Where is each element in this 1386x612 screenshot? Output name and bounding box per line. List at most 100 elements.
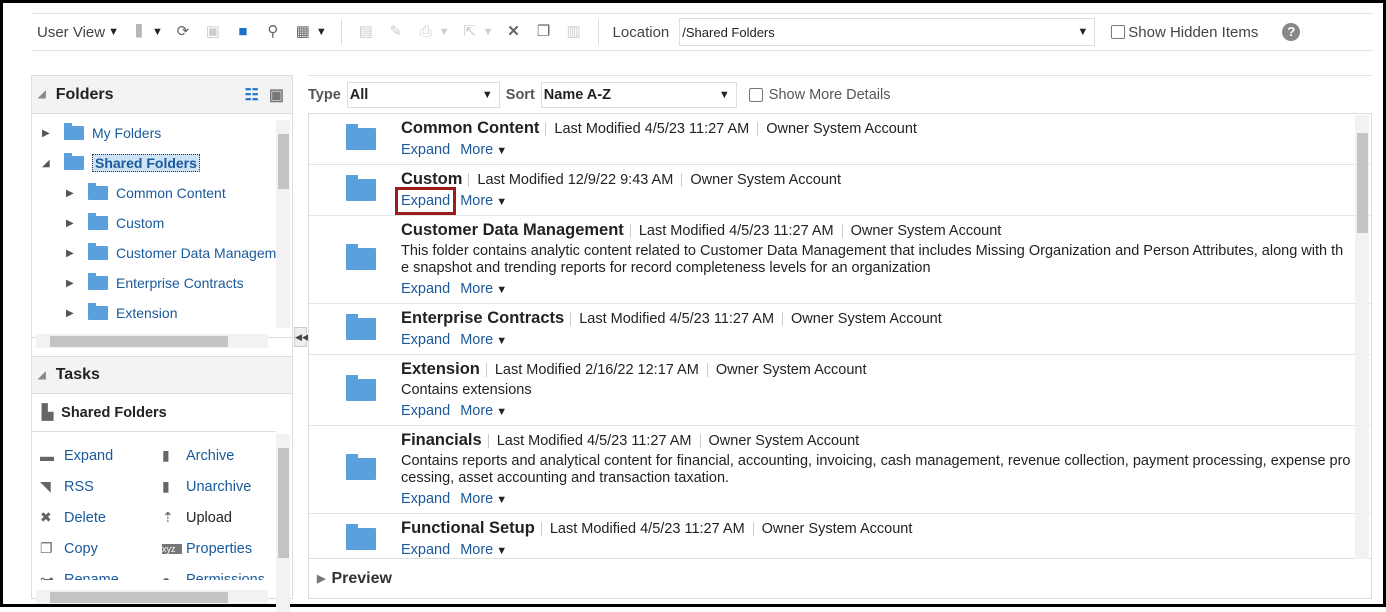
checkbox[interactable] — [1111, 25, 1126, 39]
folder-name[interactable]: Common Content — [401, 119, 539, 138]
tree-item[interactable]: ▶ My Folders — [42, 118, 292, 148]
grid-icon: ▦ — [295, 23, 310, 40]
folders-header[interactable]: ◢ Folders ☷ ▣ — [32, 76, 292, 114]
preview-panel[interactable]: ▶ Preview — [308, 559, 1372, 599]
location-input[interactable]: /Shared Folders ▼ — [679, 18, 1096, 46]
folder-name[interactable]: Financials — [401, 431, 482, 450]
rss-icon: ◥ — [40, 478, 51, 494]
tree-item[interactable]: ▶ Extension — [42, 298, 292, 328]
owner: Owner System Account — [715, 362, 867, 378]
more-menu[interactable]: More — [460, 142, 507, 158]
tree-item[interactable]: ▶ Customer Data Managem — [42, 238, 292, 268]
owner: Owner System Account — [791, 311, 942, 327]
tree-hscroll[interactable] — [36, 334, 268, 348]
task-expand[interactable]: ▬ Expand — [40, 440, 162, 471]
folder-description: This folder contains analytic content re… — [401, 243, 1344, 276]
more-menu[interactable]: More — [460, 542, 507, 558]
tasks-vscroll[interactable] — [276, 434, 290, 612]
folder-list: Common Content Last Modified 4/5/23 11:27… — [308, 113, 1372, 559]
tasks-hscroll[interactable] — [36, 590, 268, 604]
expand-icon[interactable]: ▶ — [66, 218, 76, 229]
tasks-header[interactable]: ◢ Tasks — [32, 356, 292, 394]
more-menu[interactable]: More — [460, 491, 507, 507]
search-icon[interactable]: ⚲ — [263, 23, 283, 41]
folder-name[interactable]: Enterprise Contracts — [401, 309, 564, 328]
list-vscroll[interactable] — [1355, 115, 1369, 559]
paste-icon[interactable]: ▥ — [564, 23, 584, 41]
task-properties[interactable]: xyz Properties — [162, 533, 284, 564]
divider — [340, 19, 342, 45]
task-rss[interactable]: ◥ RSS — [40, 471, 162, 502]
task-label: Expand — [64, 447, 114, 464]
folder-icon[interactable] — [346, 123, 376, 150]
sort-label: Sort — [505, 86, 535, 103]
delete-icon[interactable]: ✕ — [504, 23, 524, 41]
show-hidden-checkbox[interactable]: Show Hidden Items — [1111, 24, 1258, 41]
user-view-menu[interactable]: User View ▼ — [37, 24, 119, 41]
more-menu[interactable]: More — [460, 193, 507, 209]
collapse-icon[interactable]: ◢ — [42, 158, 52, 169]
folder-icon[interactable] — [346, 313, 376, 340]
task-unarchive[interactable]: ▮ Unarchive — [162, 471, 284, 502]
expand-link[interactable]: Expand — [401, 403, 450, 419]
archive-icon[interactable]: ▤ — [356, 23, 376, 41]
expand-icon[interactable]: ▶ — [66, 248, 76, 259]
expand-link[interactable]: Expand — [401, 332, 450, 348]
expand-link[interactable]: Expand — [401, 281, 450, 297]
expand-icon[interactable]: ▶ — [42, 128, 52, 139]
task-permissions[interactable]: ● Permissions — [162, 564, 284, 581]
folder-tree: ▶ My Folders ◢ Shared Folders ▶ Common Conten… — [32, 114, 292, 328]
folder-icon[interactable] — [346, 174, 376, 201]
tree-item[interactable]: ◢ Shared Folders — [42, 148, 292, 178]
favorites-folder-icon[interactable]: ▣ — [269, 85, 284, 105]
folder-icon[interactable] — [346, 244, 376, 270]
more-menu[interactable]: More — [460, 403, 507, 419]
folder-icon[interactable] — [346, 374, 376, 401]
task-upload[interactable]: ⇡ Upload — [162, 502, 284, 533]
folder-name[interactable]: Functional Setup — [401, 519, 535, 538]
print-menu[interactable]: ⎙ ▼ — [416, 23, 450, 41]
tree-item[interactable]: ▶ Common Content — [42, 178, 292, 208]
type-value: All — [349, 86, 369, 103]
expand-icon[interactable]: ▶ — [66, 278, 76, 289]
expand-link[interactable]: Expand — [394, 187, 457, 215]
more-menu[interactable]: More — [460, 281, 507, 297]
unarchive-icon: ▮ — [162, 478, 170, 494]
task-delete[interactable]: ✖ Delete — [40, 502, 162, 533]
folder-icon[interactable] — [346, 523, 376, 550]
folders-icon[interactable]: ■ — [233, 23, 253, 41]
expand-icon[interactable]: ▶ — [66, 188, 76, 199]
expand-link[interactable]: Expand — [401, 491, 450, 507]
expand-link[interactable]: Expand — [401, 142, 450, 158]
help-icon[interactable]: ? — [1282, 23, 1301, 41]
folder-name[interactable]: Custom — [401, 170, 462, 189]
tree-view-icon[interactable]: ☷ — [245, 85, 259, 105]
collapse-pane-button[interactable]: ◀◀ — [294, 327, 309, 347]
copy-icon[interactable]: ❐ — [534, 23, 554, 41]
folder-name[interactable]: Customer Data Management — [401, 221, 624, 240]
more-menu[interactable]: More — [460, 332, 507, 348]
refresh-icon[interactable]: ⟳ — [173, 23, 193, 41]
show-more-checkbox[interactable] — [748, 87, 763, 102]
expand-link[interactable]: Expand — [401, 542, 450, 558]
edit-icon[interactable]: ✎ — [386, 23, 406, 41]
location-label: Location — [612, 23, 670, 41]
columns-menu[interactable]: ⫼ ▼ — [129, 23, 163, 41]
expand-icon[interactable]: ▶ — [66, 308, 76, 319]
owner: Owner System Account — [766, 121, 917, 137]
view-menu[interactable]: ▦ ▼ — [293, 23, 327, 41]
tree-vscroll[interactable] — [276, 120, 290, 328]
tree-item[interactable]: ▶ Custom — [42, 208, 292, 238]
task-rename[interactable]: ⊶ Rename — [40, 564, 162, 580]
folder-icon[interactable] — [346, 454, 376, 480]
tree-item[interactable]: ▶ Enterprise Contracts — [42, 268, 292, 298]
columns-icon: ⫼ — [135, 23, 143, 40]
task-archive[interactable]: ▮ Archive — [162, 440, 284, 471]
sort-select[interactable]: Name A-Z ▼ — [540, 81, 737, 108]
task-copy[interactable]: ❐ Copy — [40, 533, 162, 564]
new-folder-icon[interactable]: ▣ — [203, 23, 223, 41]
share-menu[interactable]: ⇱ ▼ — [460, 23, 493, 41]
type-select[interactable]: All ▼ — [346, 81, 500, 108]
sort-value: Name A-Z — [543, 86, 611, 103]
folder-name[interactable]: Extension — [401, 360, 480, 379]
